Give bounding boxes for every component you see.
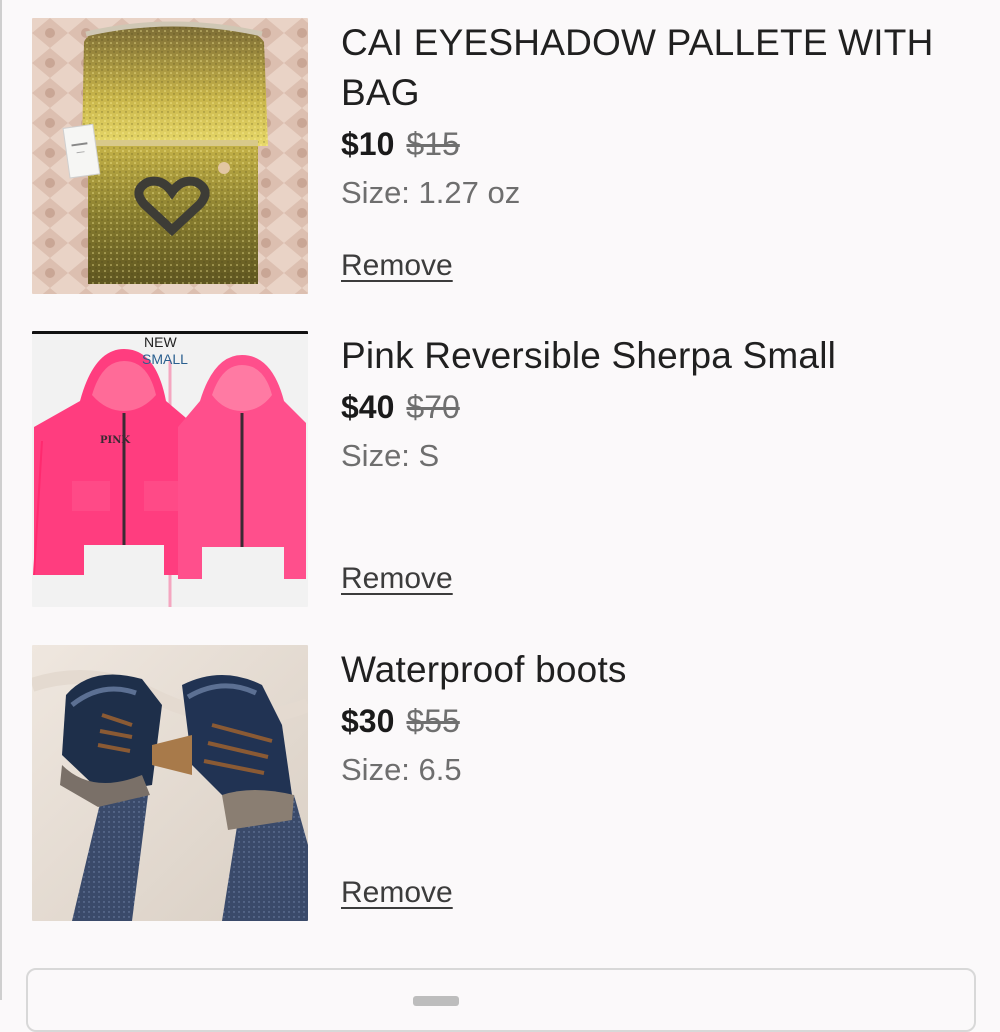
current-price: $10 xyxy=(341,126,395,162)
price-row: $40 $70 xyxy=(341,385,961,429)
item-info: Waterproof boots $30 $55 Size: 6.5 Remove xyxy=(341,645,961,935)
cart-item: CAI EYESHADOW PALLETE WITH BAG $10 $15 Si… xyxy=(0,18,1000,318)
remove-button[interactable]: Remove xyxy=(341,875,453,911)
cart-item: Waterproof boots $30 $55 Size: 6.5 Remove xyxy=(0,645,1000,945)
size-label: Size: 1.27 oz xyxy=(341,175,521,210)
price-row: $10 $15 xyxy=(341,122,961,166)
product-image-boots[interactable] xyxy=(32,645,308,921)
panel-icon xyxy=(413,996,459,1006)
image-caption-small: SMALL xyxy=(142,351,188,367)
remove-button[interactable]: Remove xyxy=(341,561,453,597)
image-caption-new: NEW xyxy=(144,334,177,350)
original-price: $15 xyxy=(406,126,460,162)
size-label: Size: S xyxy=(341,438,440,473)
item-info: CAI EYESHADOW PALLETE WITH BAG $10 $15 Si… xyxy=(341,18,961,308)
bottom-action-panel[interactable] xyxy=(26,968,976,1032)
original-price: $70 xyxy=(406,389,460,425)
product-image-pink-hoodies[interactable]: PINK NEW SMALL xyxy=(32,331,308,607)
cart-item: PINK NEW SMALL Pink Reversible Sherpa Sm… xyxy=(0,331,1000,631)
size-label: Size: 6.5 xyxy=(341,752,462,787)
product-image-makeup-bag[interactable] xyxy=(32,18,308,294)
current-price: $30 xyxy=(341,703,395,739)
current-price: $40 xyxy=(341,389,395,425)
product-title[interactable]: CAI EYESHADOW PALLETE WITH BAG xyxy=(341,18,961,118)
product-title[interactable]: Waterproof boots xyxy=(341,645,961,695)
remove-button[interactable]: Remove xyxy=(341,248,453,284)
original-price: $55 xyxy=(406,703,460,739)
product-title[interactable]: Pink Reversible Sherpa Small xyxy=(341,331,961,381)
hoodie-brand-text: PINK xyxy=(100,435,130,446)
price-row: $30 $55 xyxy=(341,699,961,743)
item-info: Pink Reversible Sherpa Small $40 $70 Size… xyxy=(341,331,961,621)
